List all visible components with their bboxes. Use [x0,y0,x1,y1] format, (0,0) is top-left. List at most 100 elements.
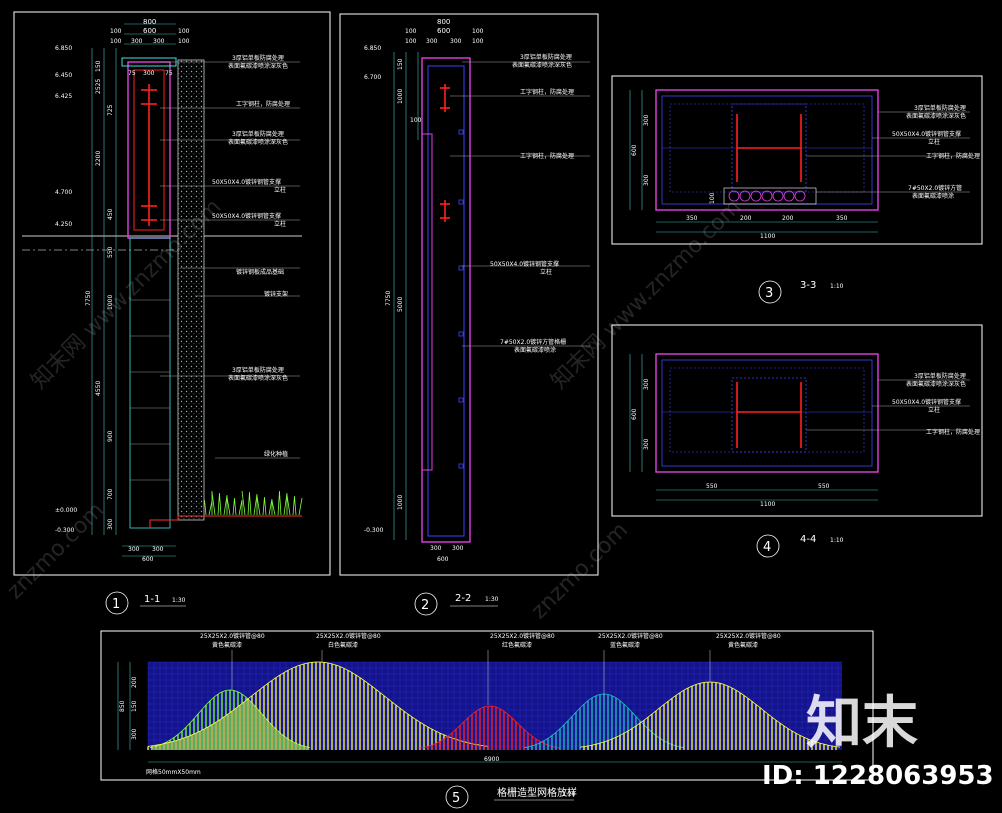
callout-text: 50X50X4.0镀锌钢管支撑 [892,130,961,138]
i-beam-marks [440,84,450,222]
callout-text: 50X50X4.0镀锌钢管支撑 [490,260,559,268]
callout-text: 3厚铝单板防腐处理 [914,372,966,380]
level-4250: 4.250 [55,221,72,228]
watermark-text: znzmo.com [527,518,633,624]
dim-75: 75 [128,70,136,77]
dim-600: 600 [631,408,638,420]
grass-blade [298,497,303,516]
callout-text: 镀锌钢板成品基础 [236,268,284,276]
dim-600: 600 [631,144,638,156]
dim-1000: 1000 [397,89,404,104]
dim-300: 300 [643,174,650,186]
dim-300: 300 [643,114,650,126]
grass-planting [204,490,303,516]
level-6700: 6.700 [364,74,381,81]
callout-text: 工字钢柱，防腐处理 [520,88,574,96]
callout-text: 红色氟碳漆 [502,641,532,649]
grass-blade [241,490,246,516]
dim-300: 300 [643,438,650,450]
callout-text: 绿化种植 [264,450,288,458]
grass-blade [294,496,297,516]
grass-blade [253,493,258,516]
grass-blade [268,498,273,516]
dim-600: 600 [142,556,154,563]
dim-800: 800 [143,18,156,26]
callout-text: 立柱 [274,186,286,194]
plan-outer [655,353,879,473]
bolt-marks [458,129,464,469]
section-scale: 1:10 [830,283,844,290]
grass-blade [234,498,237,516]
callout-text: 表面氟碳漆喷涂深灰色 [512,61,572,69]
dim-300: 300 [153,38,165,45]
callout-text: 25X25X2.0镀锌管@80 [490,632,555,640]
leader-lines [806,111,970,193]
plan-i-beam [736,114,802,182]
dim-200: 200 [131,676,138,688]
callout-text: 立柱 [928,138,940,146]
dim-7750: 7750 [85,291,92,306]
section-scale: 1:20 [562,791,576,798]
dim-100: 100 [472,28,484,35]
level-6425: 6.425 [55,93,72,100]
callout-text: 工字钢柱，防腐处理 [520,152,574,160]
dim-1000: 1000 [397,495,404,510]
panel-5-callouts: 25X25X2.0镀锌管@80 黄色氟碳漆 25X25X2.0镀锌管@80 白色… [200,632,781,649]
dim-550: 550 [818,483,830,490]
callout-text: 镀锌支架 [264,290,288,298]
callout-text: 表面氟碳漆喷涂深灰色 [906,380,966,388]
grass-blade [208,500,213,516]
callout-text: 表面氟碳漆喷涂深灰色 [906,112,966,120]
callout-text: 黄色氟碳漆 [212,641,242,649]
callout-text: 工字钢柱，防腐处理 [926,428,980,436]
grass-blade [249,492,252,516]
section-title: 4-4 [800,534,816,545]
panel-3-frame [611,75,983,245]
dim-1100: 1100 [760,233,775,240]
dim-300: 300 [131,38,143,45]
callout-text: 7#50X2.0镀锌方管格栅 [500,338,566,346]
callout-text: 蓝色氟碳漆 [610,641,640,649]
panel-2-title: 2 2-2 1:30 [414,592,499,616]
callout-text: 立柱 [540,268,552,276]
level-6850: 6.850 [364,45,381,52]
dim-200: 200 [782,215,794,222]
section-number: 2 [421,598,429,613]
dim-150: 150 [397,58,404,70]
section-number: 5 [452,791,460,806]
section-scale: 1:10 [830,537,844,544]
grass-blade [256,495,261,516]
callout-text: 白色氟碳漆 [328,641,358,649]
dim-600: 600 [437,556,449,563]
dim-75: 75 [165,70,173,77]
callout-text: 表面氟碳漆喷涂深灰色 [228,138,288,146]
panel-4-title: 4 4-4 1:10 [756,534,844,558]
dim-100: 100 [110,28,122,35]
callout-text: 3厚铝单板防腐处理 [232,366,284,374]
image-id-label: ID: 1228063953 [762,761,994,791]
panel-2-frame [339,13,599,576]
dim-150: 150 [131,700,138,712]
callout-text: 50X50X4.0镀锌钢管支撑 [212,178,281,186]
grass-blade [264,497,267,516]
section-title: 3-3 [800,280,816,291]
dim-1100: 1100 [760,501,775,508]
dim-2200: 2200 [95,151,102,166]
panel-2-section: 800 100 600 100 100 300 300 100 6.850 6.… [339,13,599,576]
callout-text: 7#50X2.0镀锌方管 [908,184,962,192]
section-title: 1-1 [144,594,160,605]
dim-600: 600 [143,27,156,35]
grille-tubes [728,190,806,202]
callout-text: 3厚铝单板防腐处理 [232,130,284,138]
grass-blade [279,491,282,516]
dim-450: 450 [107,208,114,220]
callout-text: 3厚铝单板防腐处理 [520,53,572,61]
callout-text: 25X25X2.0镀锌管@80 [200,632,265,640]
dim-5000: 5000 [397,297,404,312]
section-number: 1 [112,597,120,612]
level-minus-300: -0.300 [364,527,384,534]
panel-3-title: 3 3-3 1:10 [758,280,844,304]
callout-text: 立柱 [928,406,940,414]
cad-drawing-canvas: 800 100 600 100 100 300 300 100 75 300 7… [3,11,994,809]
dim-100: 100 [405,28,417,35]
